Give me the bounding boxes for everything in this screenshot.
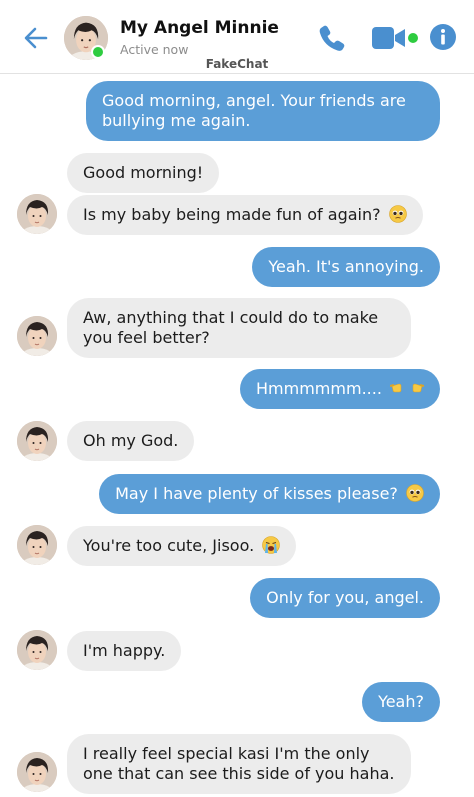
message-bubble-sent[interactable]: Only for you, angel.: [250, 578, 440, 618]
contact-avatar[interactable]: [17, 630, 57, 670]
loudly-crying-face-emoji-icon: [262, 536, 281, 554]
contact-avatar[interactable]: [17, 525, 57, 565]
message-bubble-received[interactable]: Is my baby being made fun of again?: [67, 195, 423, 235]
message-text: Yeah?: [378, 692, 424, 711]
message-text: May I have plenty of kisses please?: [115, 484, 398, 503]
message-bubble-sent[interactable]: Hmmmmmm....: [240, 369, 440, 409]
message-bubble-received[interactable]: I'm happy.: [67, 631, 182, 671]
contact-avatar[interactable]: [17, 421, 57, 461]
message-text: I really feel special kasi I'm the only …: [83, 744, 395, 783]
pointing-fingers-emoji-icon: [390, 383, 424, 393]
message-text: Good morning, angel. Your friends are bu…: [102, 91, 406, 130]
video-online-indicator: [408, 33, 418, 43]
chat-header: My Angel Minnie Active now FakeChat: [0, 0, 474, 74]
message-bubble-sent[interactable]: Good morning, angel. Your friends are bu…: [86, 81, 440, 141]
message-text: Oh my God.: [83, 431, 179, 450]
active-status: Active now: [120, 42, 189, 57]
message-bubble-sent[interactable]: May I have plenty of kisses please?: [99, 474, 440, 514]
message-text: Hmmmmmm....: [256, 379, 382, 398]
message-bubble-received[interactable]: I really feel special kasi I'm the only …: [67, 734, 411, 794]
message-text: You're too cute, Jisoo.: [83, 536, 255, 555]
message-bubble-sent[interactable]: Yeah. It's annoying.: [252, 247, 440, 287]
info-icon[interactable]: [429, 23, 457, 51]
pleading-face-emoji-icon: [406, 484, 424, 502]
message-text: Is my baby being made fun of again?: [83, 205, 381, 224]
contact-avatar[interactable]: [17, 316, 57, 356]
message-text: Aw, anything that I could do to make you…: [83, 308, 379, 347]
message-bubble-received[interactable]: Aw, anything that I could do to make you…: [67, 298, 411, 358]
message-bubble-received[interactable]: You're too cute, Jisoo.: [67, 526, 297, 566]
contact-avatar[interactable]: [17, 752, 57, 792]
video-camera-icon[interactable]: [372, 26, 408, 50]
back-arrow-icon[interactable]: [20, 22, 52, 54]
phone-icon[interactable]: [316, 22, 348, 54]
message-text: Good morning!: [83, 163, 204, 182]
message-bubble-sent[interactable]: Yeah?: [362, 682, 440, 722]
message-bubble-received[interactable]: Oh my God.: [67, 421, 195, 461]
contact-name[interactable]: My Angel Minnie: [120, 18, 279, 38]
app-label: FakeChat: [205, 57, 269, 71]
message-bubble-received[interactable]: Good morning!: [67, 153, 220, 193]
message-text: Yeah. It's annoying.: [268, 257, 424, 276]
pleading-face-emoji-icon: [388, 205, 407, 223]
message-text: Only for you, angel.: [266, 588, 424, 607]
message-text: I'm happy.: [83, 641, 166, 660]
contact-avatar[interactable]: [17, 194, 57, 234]
